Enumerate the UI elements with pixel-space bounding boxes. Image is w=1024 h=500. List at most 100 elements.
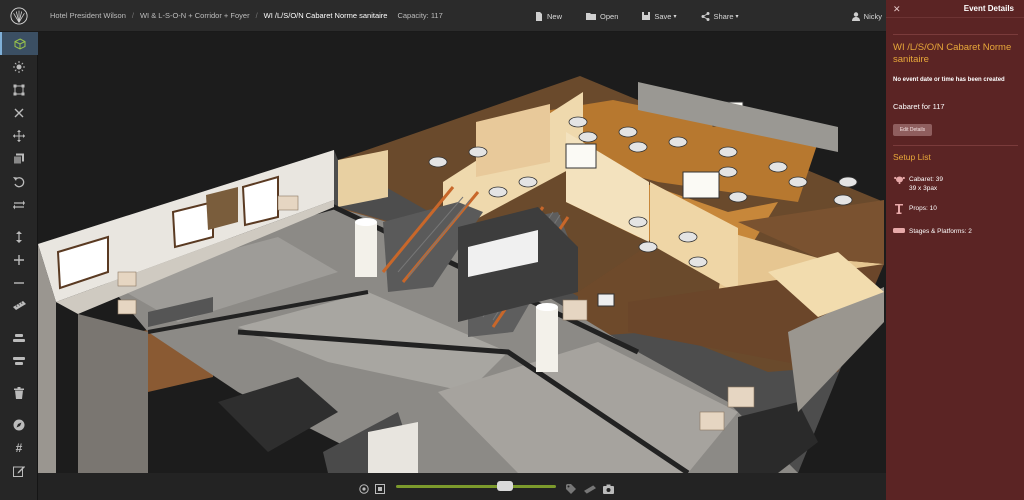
- zoom-out-tool[interactable]: [0, 271, 38, 294]
- setup-list-heading: Setup List: [893, 152, 931, 162]
- zoom-in-tool[interactable]: [0, 248, 38, 271]
- divider: [893, 145, 1018, 146]
- ruler-icon: [12, 301, 26, 310]
- view-controls-bar: [38, 473, 886, 500]
- user-menu[interactable]: Nicky: [851, 0, 882, 32]
- zoom-slider-thumb[interactable]: [496, 481, 513, 491]
- fit-view-tool[interactable]: [375, 481, 385, 499]
- view-3d-tool[interactable]: [0, 32, 38, 55]
- event-summary: Cabaret for 117: [893, 102, 945, 111]
- tag-tool[interactable]: [566, 481, 577, 499]
- app-logo[interactable]: [0, 0, 38, 32]
- select-box-icon: [13, 84, 25, 95]
- share-button[interactable]: Share ▾: [701, 11, 739, 21]
- floor-plan-3d-view[interactable]: [38, 32, 886, 473]
- align-top-icon: [13, 333, 25, 342]
- delete-selection-tool[interactable]: [0, 101, 38, 124]
- setup-item-label: Cabaret: 39: [909, 176, 943, 183]
- move-tool[interactable]: [0, 124, 38, 147]
- divider: [893, 34, 1018, 35]
- tag-icon: [566, 484, 576, 494]
- vertical-arrows-icon: [16, 230, 22, 243]
- trash-icon: [14, 386, 24, 399]
- breadcrumb-venue[interactable]: Hotel President Wilson: [50, 11, 126, 20]
- move-icon: [13, 129, 25, 142]
- close-icon: [14, 108, 24, 117]
- user-icon: [851, 11, 860, 21]
- undo-icon: [13, 176, 25, 187]
- edit-icon: [13, 465, 25, 477]
- minus-icon: [14, 281, 24, 284]
- user-name: Nicky: [863, 11, 882, 21]
- height-tool[interactable]: [0, 225, 38, 248]
- target-tool[interactable]: [359, 481, 369, 499]
- sun-icon: [13, 60, 25, 73]
- caret-down-icon: ▾: [673, 13, 677, 20]
- grid-tool[interactable]: #: [0, 436, 38, 459]
- compass-icon: [13, 419, 25, 430]
- align-center-tool[interactable]: [0, 349, 38, 372]
- tool-sidebar: #: [0, 32, 38, 500]
- event-name: WI /L/S/O/N Cabaret Norme sanitaire: [893, 42, 1012, 65]
- delete-tool[interactable]: [0, 381, 38, 404]
- duplicate-icon: [13, 153, 24, 164]
- venue-3d-render: [38, 76, 884, 473]
- save-button[interactable]: Save ▾: [642, 11, 677, 21]
- open-button[interactable]: Open: [586, 12, 618, 21]
- setup-item-stages[interactable]: Stages & Platforms: 2: [893, 227, 972, 236]
- zoom-slider-track[interactable]: [396, 485, 556, 488]
- setup-item-cabaret[interactable]: Cabaret: 39 39 x 3pax: [893, 175, 943, 193]
- ruler-icon: [584, 485, 596, 494]
- setup-item-props[interactable]: Props: 10: [893, 204, 937, 214]
- file-actions: New Open Save ▾ Share ▾: [535, 0, 763, 32]
- file-icon: [536, 11, 542, 21]
- measure-view-tool[interactable]: [584, 481, 596, 499]
- breadcrumb-space[interactable]: WI & L-S-O-N + Corridor + Foyer: [140, 11, 250, 20]
- screenshot-tool[interactable]: [603, 481, 614, 499]
- setup-item-label: Props: 10: [909, 205, 937, 212]
- undo-tool[interactable]: [0, 170, 38, 193]
- close-icon[interactable]: ✕: [893, 4, 901, 15]
- swap-icon: [13, 200, 25, 209]
- stage-icon: [893, 227, 905, 234]
- breadcrumb-separator: /: [131, 11, 134, 20]
- target-icon: [359, 484, 369, 494]
- notes-tool[interactable]: [0, 459, 38, 482]
- new-button[interactable]: New: [535, 11, 563, 21]
- lighting-tool[interactable]: [0, 55, 38, 78]
- event-details-panel: ✕ Event Details WI /L/S/O/N Cabaret Norm…: [886, 0, 1024, 500]
- folder-icon: [586, 13, 597, 20]
- new-label: New: [547, 11, 563, 21]
- plus-icon: [14, 254, 24, 265]
- breadcrumb: Hotel President Wilson / WI & L-S-O-N + …: [50, 11, 443, 20]
- align-top-tool[interactable]: [0, 326, 38, 349]
- select-box-tool[interactable]: [0, 78, 38, 101]
- round-table-icon: [893, 175, 905, 184]
- hash-icon: #: [15, 440, 23, 455]
- camera-icon: [603, 484, 614, 494]
- edit-details-button[interactable]: Edit Details: [893, 124, 932, 136]
- compass-tool[interactable]: [0, 413, 38, 436]
- panel-header: ✕ Event Details: [886, 0, 1024, 18]
- save-label: Save: [654, 11, 672, 21]
- duplicate-tool[interactable]: [0, 147, 38, 170]
- prop-icon: [893, 204, 905, 214]
- fit-view-icon: [375, 484, 385, 494]
- open-label: Open: [600, 11, 619, 21]
- setup-item-label: Stages & Platforms: 2: [909, 228, 972, 235]
- capacity-label: Capacity: 117: [397, 11, 443, 20]
- panel-title: Event Details: [963, 4, 1014, 13]
- fan-logo-icon: [10, 6, 28, 25]
- top-bar: Hotel President Wilson / WI & L-S-O-N + …: [0, 0, 886, 32]
- share-label: Share: [713, 11, 734, 21]
- align-center-icon: [13, 356, 25, 365]
- breadcrumb-event: WI /L/S/O/N Cabaret Norme sanitaire: [263, 11, 388, 20]
- measure-tool[interactable]: [0, 294, 38, 317]
- save-icon: [642, 12, 651, 20]
- no-date-warning: No event date or time has been created: [893, 77, 1005, 83]
- swap-tool[interactable]: [0, 193, 38, 216]
